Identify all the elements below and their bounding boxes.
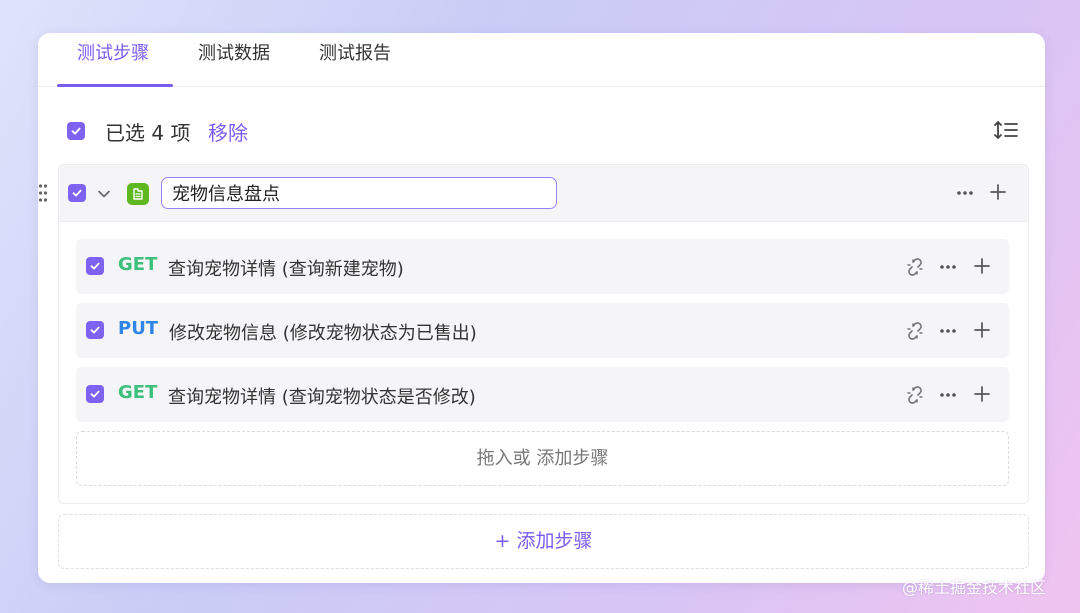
watermark: @稀土掘金技术社区 xyxy=(902,578,1047,597)
check-icon xyxy=(90,326,100,334)
step-row[interactable]: GET 查询宠物详情 (查询宠物状态是否修改) xyxy=(76,367,1009,422)
remove-selected-button[interactable]: 移除 xyxy=(208,117,248,146)
tab-bar: 测试步骤 测试数据 测试报告 xyxy=(38,33,1045,87)
tab-test-data[interactable]: 测试数据 xyxy=(198,33,270,86)
step-checkbox[interactable] xyxy=(86,321,104,339)
http-method: GET xyxy=(118,382,158,403)
drag-handle-icon[interactable] xyxy=(38,183,48,203)
check-icon xyxy=(90,262,100,270)
chevron-down-icon[interactable] xyxy=(97,187,111,201)
group-checkbox[interactable] xyxy=(68,184,86,202)
unlink-icon[interactable] xyxy=(905,385,925,405)
plus-icon[interactable] xyxy=(973,321,991,339)
more-icon[interactable] xyxy=(938,323,958,339)
step-checkbox[interactable] xyxy=(86,385,104,403)
add-step-button[interactable]: + 添加步骤 xyxy=(58,514,1029,569)
unlink-icon[interactable] xyxy=(905,257,925,277)
http-method: GET xyxy=(118,254,158,275)
plus-icon[interactable] xyxy=(973,385,991,403)
check-icon xyxy=(72,189,82,197)
selection-summary: 已选 4 项 xyxy=(105,121,191,145)
tab-test-report[interactable]: 测试报告 xyxy=(319,33,391,86)
unlink-icon[interactable] xyxy=(905,321,925,341)
step-name: 查询宠物详情 (查询新建宠物) xyxy=(168,259,404,280)
http-method: PUT xyxy=(118,318,159,339)
plus-icon[interactable] xyxy=(989,183,1007,201)
folder-icon xyxy=(127,183,149,205)
more-icon[interactable] xyxy=(955,185,975,201)
select-all-checkbox[interactable] xyxy=(67,122,85,140)
more-icon[interactable] xyxy=(938,387,958,403)
check-icon xyxy=(90,390,100,398)
step-group: GET 查询宠物详情 (查询新建宠物) PUT 修改宠物信息 (修改宠物状态为已… xyxy=(38,164,1029,504)
step-checkbox[interactable] xyxy=(86,257,104,275)
step-row[interactable]: GET 查询宠物详情 (查询新建宠物) xyxy=(76,239,1009,294)
check-icon xyxy=(71,127,81,135)
more-icon[interactable] xyxy=(938,259,958,275)
step-row[interactable]: PUT 修改宠物信息 (修改宠物状态为已售出) xyxy=(76,303,1009,358)
sort-icon[interactable] xyxy=(993,119,1019,141)
step-name: 修改宠物信息 (修改宠物状态为已售出) xyxy=(169,323,477,344)
group-name-input[interactable] xyxy=(161,177,557,209)
step-group-header xyxy=(38,165,1028,222)
drop-zone[interactable]: 拖入或 添加步骤 xyxy=(76,431,1009,486)
tab-test-steps[interactable]: 测试步骤 xyxy=(77,33,149,86)
test-case-panel: 测试步骤 测试数据 测试报告 已选 4 项 移除 宠物信息盘点 GET 查询宠物… xyxy=(38,33,1045,583)
step-name: 查询宠物详情 (查询宠物状态是否修改) xyxy=(168,387,476,408)
plus-icon[interactable] xyxy=(973,257,991,275)
active-tab-indicator xyxy=(57,84,173,87)
